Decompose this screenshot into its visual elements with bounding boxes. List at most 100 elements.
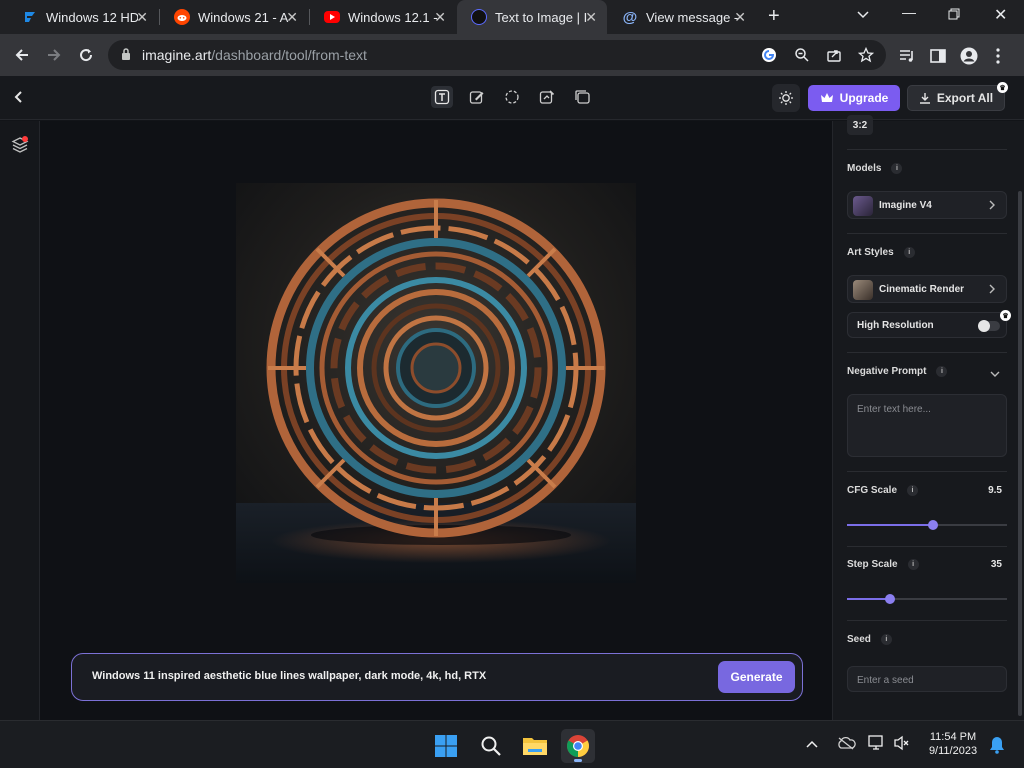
close-tab-icon[interactable]: ✕: [434, 9, 446, 25]
chevron-right-icon: [988, 283, 996, 298]
clock-time: 11:54 PM: [929, 731, 977, 743]
close-tab-icon[interactable]: ✕: [585, 9, 597, 25]
divider: [847, 546, 1007, 547]
seed-field[interactable]: Enter a seed: [847, 666, 1007, 692]
file-explorer-button[interactable]: [518, 729, 552, 763]
info-icon[interactable]: i: [880, 634, 892, 645]
close-tab-icon[interactable]: ✕: [286, 9, 298, 25]
browser-toolbar: imagine.art/dashboard/tool/from-text: [0, 34, 1024, 76]
tab-search-chevron-icon[interactable]: [856, 7, 870, 24]
start-button[interactable]: [429, 729, 463, 763]
lock-icon[interactable]: [121, 47, 131, 66]
at-sign-logo-icon: @: [622, 8, 638, 26]
models-heading: Models i: [847, 163, 903, 174]
prompt-input[interactable]: Windows 11 inspired aesthetic blue lines…: [71, 653, 803, 701]
system-clock[interactable]: 11:54 PM 9/11/2023: [920, 730, 986, 758]
aspect-ratio-value: 3:2: [852, 119, 868, 131]
slider-knob[interactable]: [928, 520, 939, 530]
onedrive-icon[interactable]: [836, 736, 856, 755]
share-icon[interactable]: [826, 47, 842, 63]
windows-taskbar: 11:54 PM 9/11/2023: [0, 720, 1024, 768]
google-lens-icon[interactable]: [761, 47, 777, 63]
show-hidden-icons-chevron-icon[interactable]: [805, 737, 819, 755]
address-bar[interactable]: imagine.art/dashboard/tool/from-text: [108, 40, 886, 70]
panel-scrollbar[interactable]: [1018, 191, 1022, 716]
art-styles-heading: Art Styles i: [847, 247, 915, 258]
close-tab-icon[interactable]: ✕: [734, 9, 746, 25]
info-icon[interactable]: i: [907, 559, 919, 570]
premium-crown-icon: ♛: [1000, 310, 1011, 321]
inpainting-tool-icon[interactable]: [536, 86, 558, 108]
seed-placeholder: Enter a seed: [857, 675, 914, 686]
bookmark-star-icon[interactable]: [857, 46, 875, 63]
gallery-tool-icon[interactable]: [571, 86, 593, 108]
profile-avatar-icon[interactable]: [960, 47, 978, 65]
theme-toggle-button[interactable]: [772, 84, 800, 112]
divider: [847, 149, 1007, 150]
close-tab-icon[interactable]: ✕: [136, 9, 148, 25]
forward-arrow-icon[interactable]: [41, 42, 67, 68]
art-style-thumbnail: [853, 280, 873, 300]
high-resolution-toggle[interactable]: [978, 320, 1000, 332]
volume-muted-icon[interactable]: [893, 735, 911, 756]
tab-windows-12-hd[interactable]: Windows 12 HD ✕: [8, 0, 158, 34]
generated-image[interactable]: [236, 183, 636, 583]
art-style-value: Cinematic Render: [879, 284, 965, 295]
step-scale-heading: Step Scale i: [847, 559, 919, 570]
aspect-ratio-chip[interactable]: 3:2: [847, 115, 873, 135]
youtube-logo-icon: [324, 11, 340, 23]
upgrade-button[interactable]: Upgrade: [808, 85, 900, 111]
back-chevron-icon[interactable]: [12, 89, 26, 110]
art-style-select[interactable]: Cinematic Render: [847, 275, 1007, 303]
structure-tool-icon[interactable]: [501, 86, 523, 108]
media-queue-icon[interactable]: [898, 47, 916, 65]
slider-fill: [847, 598, 891, 600]
negative-prompt-heading: Negative Prompt i: [847, 366, 948, 377]
side-panel-icon[interactable]: [929, 47, 947, 65]
text-to-image-tool-icon[interactable]: [431, 86, 453, 108]
slider-fill: [847, 524, 934, 526]
negative-prompt-placeholder: Enter text here...: [857, 404, 931, 415]
restore-icon[interactable]: [948, 7, 960, 23]
search-button[interactable]: [474, 729, 508, 763]
close-window-icon[interactable]: ✕: [994, 5, 1007, 25]
model-value: Imagine V4: [879, 200, 932, 211]
download-icon: [919, 93, 930, 104]
cfg-scale-slider[interactable]: [847, 520, 1007, 530]
tab-title: Windows 21 - A: [198, 9, 289, 25]
chrome-menu-icon[interactable]: [995, 47, 1013, 65]
negative-prompt-label: Negative Prompt: [847, 366, 927, 377]
reload-icon[interactable]: [73, 42, 99, 68]
model-select[interactable]: Imagine V4: [847, 191, 1007, 219]
models-label: Models: [847, 163, 882, 174]
left-rail: [0, 121, 40, 720]
export-all-button[interactable]: Export All: [907, 85, 1005, 111]
tab-view-message[interactable]: @ View message - ✕: [608, 0, 756, 34]
image-remix-tool-icon[interactable]: [466, 86, 488, 108]
tab-windows-12-1[interactable]: Windows 12.1 - ✕: [310, 0, 456, 34]
folder-icon: [523, 738, 547, 755]
prompt-text[interactable]: Windows 11 inspired aesthetic blue lines…: [92, 670, 486, 682]
info-icon[interactable]: i: [907, 485, 919, 496]
chevron-down-icon[interactable]: [989, 366, 1001, 384]
tab-title: View message -: [646, 9, 738, 25]
network-icon[interactable]: [868, 735, 886, 756]
tab-title: Windows 12 HD: [46, 9, 138, 25]
info-icon[interactable]: i: [903, 247, 915, 258]
imagine-art-logo-icon: [471, 9, 487, 25]
tab-text-to-image[interactable]: Text to Image | I ✕: [457, 0, 607, 34]
notification-bell-icon[interactable]: [989, 736, 1005, 759]
generate-button[interactable]: Generate: [718, 661, 795, 693]
step-scale-slider[interactable]: [847, 594, 1007, 604]
new-tab-icon[interactable]: +: [768, 5, 780, 28]
info-icon[interactable]: i: [891, 163, 903, 174]
chrome-taskbar-button[interactable]: [561, 729, 595, 763]
zoom-icon[interactable]: [794, 47, 810, 63]
tab-windows-21[interactable]: Windows 21 - A ✕: [160, 0, 308, 34]
negative-prompt-field[interactable]: Enter text here...: [847, 394, 1007, 457]
info-icon[interactable]: i: [936, 366, 948, 377]
back-arrow-icon[interactable]: [9, 42, 35, 68]
upgrade-label: Upgrade: [839, 91, 889, 105]
slider-knob[interactable]: [885, 594, 896, 604]
minimize-icon[interactable]: —: [902, 4, 916, 20]
